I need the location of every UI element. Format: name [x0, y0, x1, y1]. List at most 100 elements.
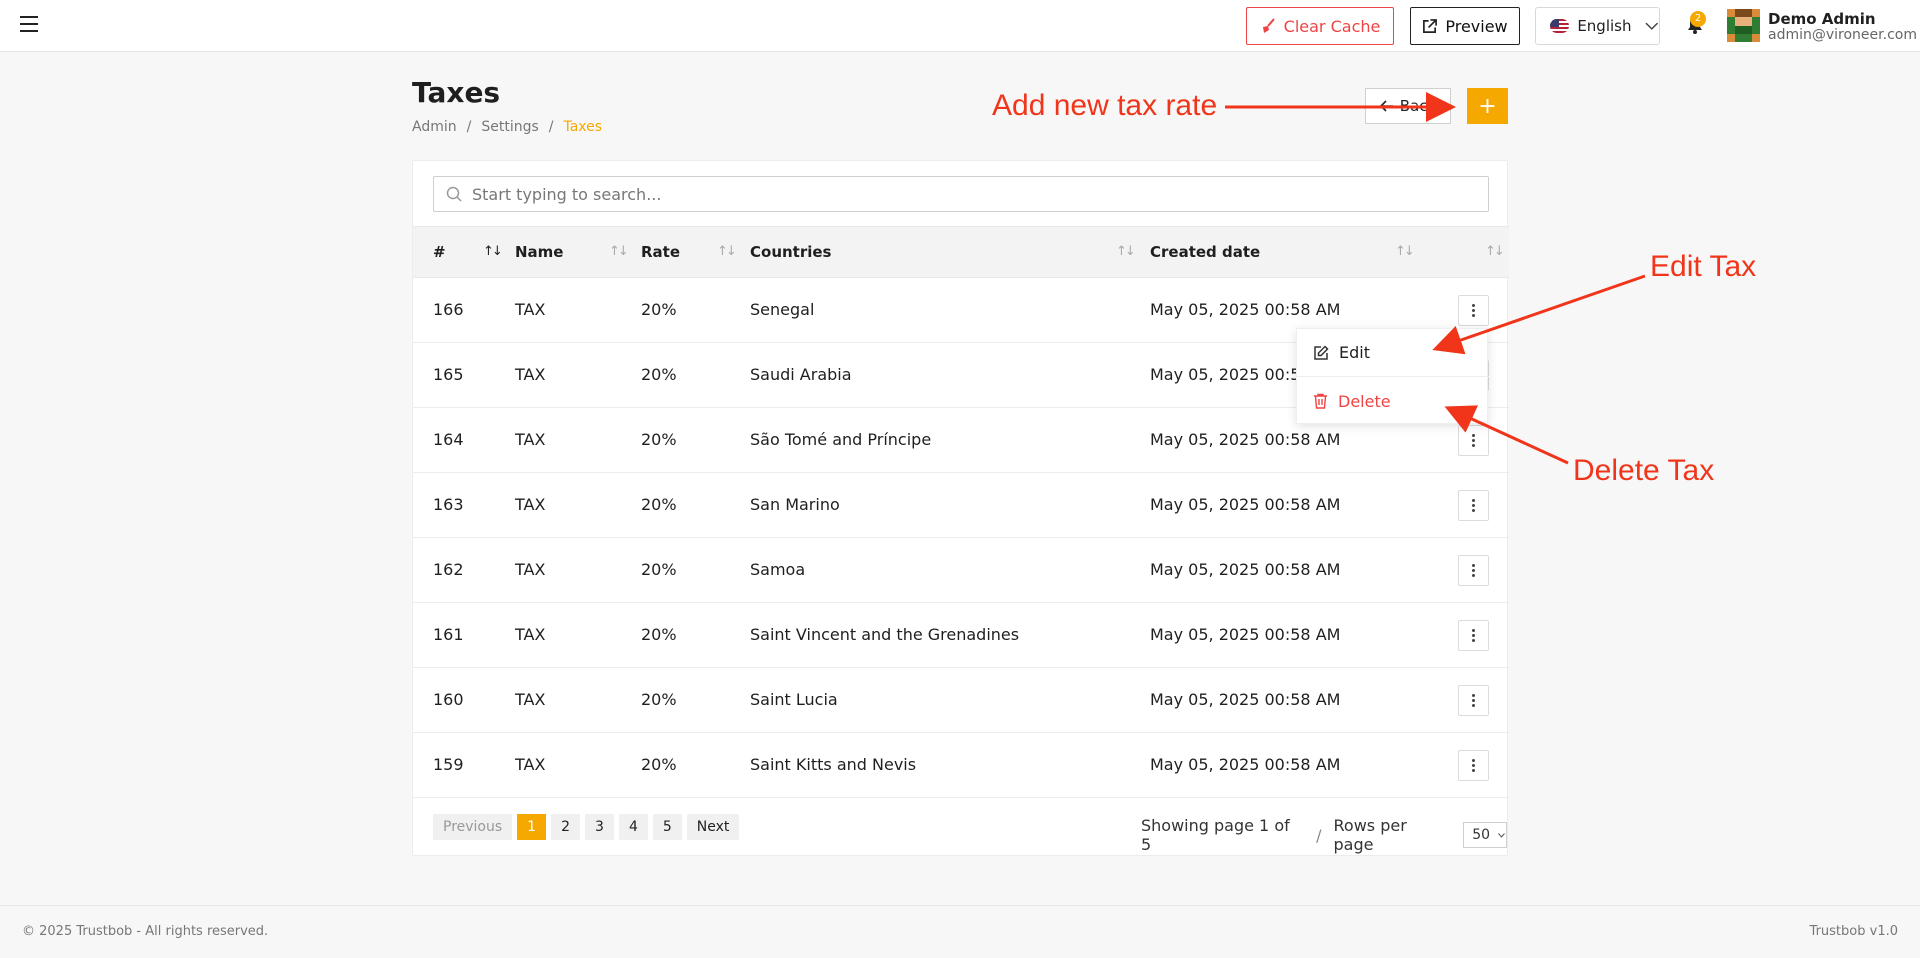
- column-rate[interactable]: Rate: [641, 243, 680, 261]
- search-input[interactable]: [472, 184, 1488, 204]
- breadcrumb-separator: /: [548, 119, 554, 135]
- rows-per-page-value: 50: [1472, 827, 1491, 843]
- delete-menu-item[interactable]: Delete: [1297, 377, 1489, 425]
- edit-icon: [1314, 344, 1329, 360]
- annotation-delete-tax: Delete Tax: [1573, 454, 1715, 487]
- page-title: Taxes: [412, 76, 501, 109]
- sort-icon[interactable]: ↑↓: [717, 244, 737, 259]
- trash-icon: [1314, 393, 1327, 409]
- chevron-down-icon: [1498, 832, 1505, 838]
- page-5-button[interactable]: 5: [652, 814, 682, 840]
- sort-icon[interactable]: ↑↓: [1395, 244, 1415, 259]
- pagination: Previous 1 2 3 4 5 Next: [433, 814, 740, 840]
- sort-icon[interactable]: ↑↓: [609, 244, 629, 259]
- cell-name: TAX: [515, 365, 546, 384]
- breadcrumb-settings[interactable]: Settings: [481, 119, 538, 135]
- notification-badge: 2: [1690, 11, 1706, 27]
- search-icon: [446, 186, 462, 202]
- cell-rate: 20%: [641, 300, 677, 319]
- page-4-button[interactable]: 4: [618, 814, 648, 840]
- table-row: 160 TAX 20% Saint Lucia May 05, 2025 00:…: [413, 668, 1509, 733]
- cell-country: Saudi Arabia: [750, 365, 852, 384]
- column-name[interactable]: Name: [515, 243, 563, 261]
- cell-date: May 05, 2025 00:58 AM: [1150, 300, 1341, 319]
- row-actions-button[interactable]: [1458, 685, 1489, 716]
- cell-date: May 05, 2025 00:58 AM: [1150, 495, 1341, 514]
- row-actions-button[interactable]: [1458, 295, 1489, 326]
- row-actions-button[interactable]: [1458, 555, 1489, 586]
- cell-id: 161: [433, 625, 464, 644]
- row-actions-button[interactable]: [1458, 490, 1489, 521]
- row-actions-button[interactable]: [1458, 620, 1489, 651]
- avatar[interactable]: [1727, 9, 1760, 42]
- page-status: Showing page 1 of 5: [1141, 816, 1290, 854]
- taxes-card: # ↑↓ Name ↑↓ Rate ↑↓ Countries ↑↓ Create…: [412, 160, 1509, 856]
- cell-country: Saint Vincent and the Grenadines: [750, 625, 1020, 644]
- version: Trustbob v1.0: [1809, 924, 1898, 939]
- column-countries[interactable]: Countries: [750, 243, 831, 261]
- cell-rate: 20%: [641, 690, 677, 709]
- cell-id: 165: [433, 365, 464, 384]
- row-actions-button[interactable]: [1458, 750, 1489, 781]
- language-select[interactable]: English: [1535, 7, 1660, 45]
- clear-cache-button[interactable]: Clear Cache: [1246, 7, 1394, 45]
- top-bar: Clear Cache Preview English 2 Demo Admin…: [0, 0, 1920, 52]
- sort-icon[interactable]: ↑↓: [483, 244, 503, 259]
- cell-rate: 20%: [641, 560, 677, 579]
- column-created-date[interactable]: Created date: [1150, 243, 1260, 261]
- cell-country: Samoa: [750, 560, 806, 579]
- cell-name: TAX: [515, 625, 546, 644]
- cell-name: TAX: [515, 430, 546, 449]
- rows-per-page-label: Rows per page: [1333, 816, 1407, 854]
- add-tax-button[interactable]: +: [1467, 88, 1508, 124]
- sort-icon[interactable]: ↑↓: [1485, 244, 1505, 259]
- cell-country: São Tomé and Príncipe: [750, 430, 932, 449]
- page-2-button[interactable]: 2: [551, 814, 581, 840]
- sort-icon[interactable]: ↑↓: [1116, 244, 1136, 259]
- annotation-add-tax: Add new tax rate: [992, 89, 1218, 122]
- us-flag-icon: [1550, 19, 1570, 33]
- edit-label: Edit: [1339, 343, 1370, 362]
- pagination-info: Showing page 1 of 5 / Rows per page 50: [1141, 816, 1507, 854]
- edit-menu-item[interactable]: Edit: [1297, 329, 1489, 377]
- cell-id: 164: [433, 430, 464, 449]
- cell-country: San Marino: [750, 495, 840, 514]
- table-row: 162 TAX 20% Samoa May 05, 2025 00:58 AM: [413, 538, 1509, 603]
- column-id[interactable]: #: [433, 243, 446, 261]
- cell-date: May 05, 2025 00:58 AM: [1150, 625, 1341, 644]
- cell-date: May 05, 2025 00:58 AM: [1150, 755, 1341, 774]
- cell-rate: 20%: [641, 365, 677, 384]
- page-3-button[interactable]: 3: [585, 814, 614, 840]
- cell-id: 162: [433, 560, 464, 579]
- preview-button[interactable]: Preview: [1410, 7, 1520, 45]
- next-page-button[interactable]: Next: [686, 814, 740, 840]
- rows-per-page-select[interactable]: 50: [1463, 822, 1507, 848]
- user-name[interactable]: Demo Admin: [1768, 10, 1876, 28]
- back-label: Back: [1399, 97, 1437, 115]
- table-row: 163 TAX 20% San Marino May 05, 2025 00:5…: [413, 473, 1509, 538]
- broom-icon: [1262, 18, 1275, 33]
- cell-id: 163: [433, 495, 464, 514]
- external-link-icon: [1423, 18, 1438, 33]
- annotation-edit-tax: Edit Tax: [1650, 250, 1757, 283]
- back-button[interactable]: Back: [1365, 88, 1451, 124]
- breadcrumb-admin[interactable]: Admin: [412, 119, 457, 135]
- cell-date: May 05, 2025 00:58 AM: [1150, 430, 1341, 449]
- preview-label: Preview: [1445, 16, 1508, 36]
- menu-icon[interactable]: [20, 16, 38, 34]
- cell-country: Saint Lucia: [750, 690, 838, 709]
- clear-cache-label: Clear Cache: [1283, 16, 1381, 36]
- cell-name: TAX: [515, 300, 546, 319]
- breadcrumb-separator: /: [466, 119, 472, 135]
- cell-name: TAX: [515, 560, 546, 579]
- language-label: English: [1577, 17, 1632, 35]
- table-header: # ↑↓ Name ↑↓ Rate ↑↓ Countries ↑↓ Create…: [413, 226, 1509, 278]
- cell-rate: 20%: [641, 495, 677, 514]
- cell-name: TAX: [515, 755, 546, 774]
- page-1-button[interactable]: 1: [517, 814, 547, 840]
- previous-page-button[interactable]: Previous: [433, 814, 513, 840]
- row-actions-button[interactable]: [1458, 425, 1489, 456]
- search-box[interactable]: [433, 176, 1489, 212]
- pagination-separator: /: [1316, 825, 1322, 845]
- breadcrumb-taxes: Taxes: [563, 119, 603, 135]
